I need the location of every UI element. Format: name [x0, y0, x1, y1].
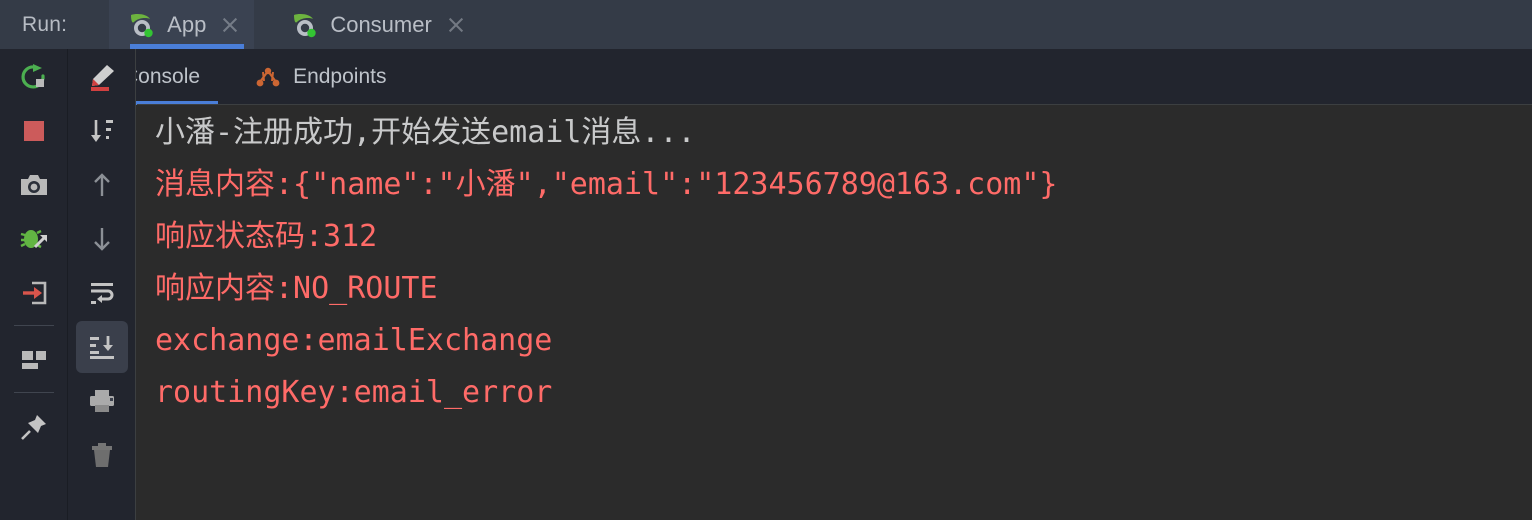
pencil-highlight-icon — [90, 65, 114, 91]
soft-wrap-button[interactable] — [76, 105, 128, 157]
run-label: Run: — [22, 12, 68, 36]
stop-square-icon — [23, 121, 44, 141]
endpoints-icon — [256, 67, 280, 87]
console-line: routingKey:email_error — [155, 375, 553, 410]
trash-icon — [91, 443, 112, 467]
camera-icon — [20, 175, 47, 195]
wrap-text-button[interactable] — [76, 267, 128, 319]
scroll-to-end-icon — [89, 336, 114, 359]
run-tab-consumer-label: Consumer — [330, 11, 432, 37]
console-output[interactable]: 小潘-注册成功,开始发送email消息... 消息内容:{"name":"小潘"… — [137, 105, 1532, 520]
run-control-toolbar — [0, 49, 68, 520]
console-tabstrip: > Console Endpoints — [0, 49, 1532, 105]
run-tab-app-label: App — [167, 11, 207, 37]
bug-arrow-icon — [19, 229, 47, 249]
close-icon[interactable] — [220, 15, 240, 35]
console-line: exchange:emailExchange — [155, 323, 553, 358]
clear-all-button[interactable] — [76, 429, 128, 481]
tab-endpoints[interactable]: Endpoints — [236, 49, 404, 105]
prev-occurrence-button[interactable] — [76, 159, 128, 211]
toolbar-divider — [13, 325, 54, 326]
layout-icon — [21, 351, 46, 369]
console-line: 消息内容:{"name":"小潘","email":"123456789@163… — [155, 167, 1058, 202]
run-toolbar: Run: App Consumer — [0, 0, 1532, 49]
spring-boot-icon — [131, 13, 153, 37]
run-tool-window: Run: App Consumer Console Endpoints 小潘-注… — [0, 0, 1532, 520]
console-line: 响应状态码:312 — [155, 219, 378, 254]
rerun-icon — [21, 64, 45, 89]
pin-icon — [20, 415, 46, 440]
pin-button[interactable] — [8, 401, 60, 453]
run-tab-consumer[interactable]: Consumer — [272, 0, 479, 49]
arrow-down-lines-icon — [90, 120, 113, 142]
console-line: 小潘-注册成功,开始发送email消息... — [155, 115, 696, 150]
close-icon[interactable] — [446, 15, 466, 35]
layout-button[interactable] — [8, 334, 60, 386]
arrow-up-icon — [93, 173, 110, 196]
stop-button[interactable] — [8, 105, 60, 157]
console-toolbar — [68, 49, 136, 520]
arrow-into-box-icon — [22, 281, 46, 305]
highlight-button[interactable] — [76, 51, 128, 103]
arrow-down-icon — [93, 228, 110, 251]
console-lines: 小潘-注册成功,开始发送email消息... 消息内容:{"name":"小潘"… — [155, 107, 1532, 419]
run-tab-app[interactable]: App — [109, 0, 255, 49]
print-button[interactable] — [76, 375, 128, 427]
scroll-to-end-button[interactable] — [75, 321, 128, 373]
attach-button[interactable] — [8, 267, 60, 319]
toolbar-divider — [13, 392, 54, 393]
printer-icon — [89, 390, 114, 412]
spring-boot-icon — [294, 13, 317, 37]
screenshot-button[interactable] — [8, 159, 60, 211]
debug-button[interactable] — [8, 213, 60, 265]
tab-endpoints-label: Endpoints — [293, 65, 387, 88]
console-line: 响应内容:NO_ROUTE — [155, 271, 438, 306]
wrap-text-icon — [90, 283, 113, 304]
rerun-button[interactable] — [8, 51, 60, 103]
next-occurrence-button[interactable] — [76, 213, 128, 265]
